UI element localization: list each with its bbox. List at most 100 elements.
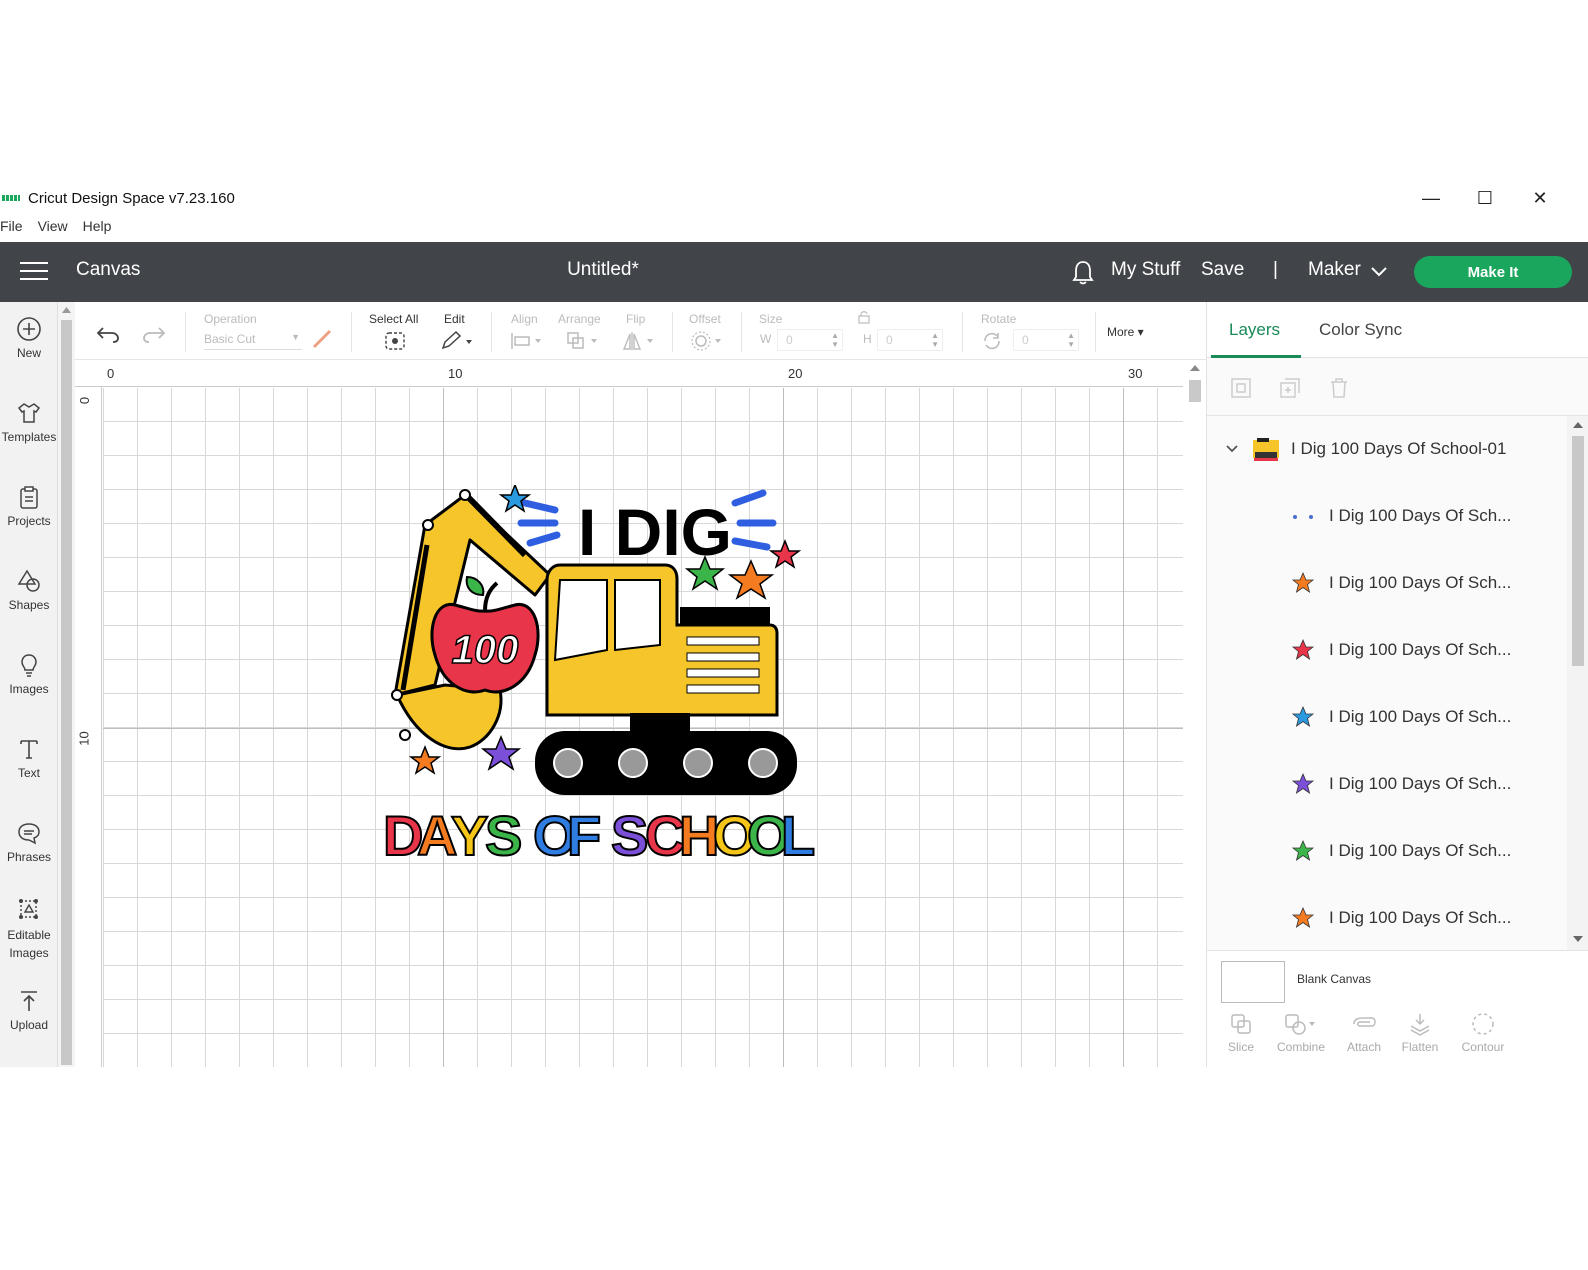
layer-row[interactable]: I Dig 100 Days Of Sch... (1207, 549, 1567, 616)
tool-shapes[interactable]: Shapes (0, 568, 58, 612)
excavator-design[interactable]: 100 I DIG DAYS OF SCHOOL (375, 485, 815, 865)
contour-icon (1472, 1013, 1494, 1035)
layer-name: I Dig 100 Days Of Sch... (1329, 907, 1512, 927)
contour-button[interactable]: Contour (1455, 1012, 1511, 1054)
edit-label[interactable]: Edit (444, 312, 465, 326)
layer-name: I Dig 100 Days Of Sch... (1329, 572, 1512, 592)
scroll-thumb[interactable] (61, 320, 72, 1065)
menu-view[interactable]: View (38, 218, 68, 234)
minimize-icon[interactable]: — (1404, 183, 1458, 213)
toolbar-separator (741, 312, 742, 352)
layer-row[interactable]: I Dig 100 Days Of Sch... (1207, 884, 1567, 950)
width-input[interactable]: 0 ▲ ▼ (777, 329, 843, 351)
rotate-icon (984, 332, 1000, 350)
tool-text[interactable]: Text (0, 736, 58, 780)
group-icon[interactable] (1229, 376, 1253, 400)
toolbar-separator (491, 312, 492, 352)
select-all-icon[interactable] (383, 330, 407, 352)
layer-group[interactable]: I Dig 100 Days Of School-01 (1207, 416, 1567, 482)
make-it-button[interactable]: Make It (1414, 256, 1572, 288)
stepper-icon[interactable]: ▲ ▼ (1067, 331, 1075, 349)
width-label: W (760, 332, 772, 346)
scroll-up-arrow-icon[interactable] (1190, 365, 1200, 371)
ruler-number: 10 (76, 731, 92, 746)
design-canvas[interactable]: 0 10 20 30 0 10 100 I DIG D A Y S O F S … (75, 360, 1183, 1067)
tool-label: New (16, 346, 41, 360)
tool-new[interactable]: New (0, 316, 58, 360)
tool-phrases[interactable]: Phrases (0, 820, 58, 864)
blank-canvas-label: Blank Canvas (1297, 972, 1372, 986)
headline-text: I DIG (578, 495, 732, 569)
star-swatch-icon (1291, 906, 1315, 928)
color-swatch-icon[interactable] (311, 328, 333, 350)
align-label: Align (511, 312, 538, 326)
chevron-down-icon[interactable] (1225, 444, 1239, 454)
combine-button[interactable]: Combine (1271, 1012, 1331, 1054)
ruler-number: 20 (788, 366, 803, 381)
tool-templates[interactable]: Templates (0, 400, 58, 444)
flatten-icon (1410, 1014, 1430, 1036)
menu-file[interactable]: File (0, 218, 23, 234)
operation-select[interactable]: Basic Cut ▼ (204, 330, 302, 350)
tool-editable-images[interactable]: Editable Images (0, 896, 58, 962)
upload-icon (21, 991, 37, 1011)
machine-select[interactable]: Maker (1308, 259, 1361, 281)
attach-button[interactable]: Attach (1341, 1012, 1387, 1054)
my-stuff-link[interactable]: My Stuff (1111, 259, 1180, 281)
scroll-down-arrow-icon[interactable] (1573, 936, 1583, 942)
slice-button[interactable]: Slice (1221, 1012, 1261, 1054)
star-swatch-icon (1291, 839, 1315, 861)
apple-number: 100 (452, 628, 519, 672)
blank-canvas-row[interactable]: Blank Canvas (1207, 950, 1588, 1008)
stepper-icon[interactable]: ▲ ▼ (831, 331, 839, 349)
save-button[interactable]: Save (1201, 259, 1244, 281)
bell-icon[interactable] (1072, 259, 1094, 285)
dots-swatch-icon (1293, 514, 1313, 519)
close-icon[interactable]: ✕ (1513, 183, 1567, 213)
layers-scrollbar[interactable] (1567, 416, 1588, 950)
scroll-thumb[interactable] (1189, 380, 1201, 402)
scroll-up-arrow-icon[interactable] (62, 307, 71, 313)
duplicate-icon[interactable] (1278, 376, 1302, 400)
width-value: 0 (786, 333, 793, 347)
more-button[interactable]: More ▾ (1107, 325, 1144, 339)
stepper-icon[interactable]: ▲ ▼ (931, 331, 939, 349)
ruler-number: 0 (107, 366, 115, 381)
edit-pencil-icon[interactable] (439, 330, 475, 352)
document-title[interactable]: Untitled* (0, 259, 1206, 281)
select-all-label[interactable]: Select All (369, 312, 418, 326)
height-input[interactable]: 0 ▲ ▼ (877, 329, 943, 351)
left-toolbar-scrollbar[interactable] (58, 302, 75, 1067)
tool-projects[interactable]: Projects (0, 484, 58, 528)
combine-label: Combine (1276, 1040, 1326, 1054)
layer-row[interactable]: I Dig 100 Days Of Sch... (1207, 683, 1567, 750)
scroll-up-arrow-icon[interactable] (1573, 422, 1583, 428)
tab-color-sync[interactable]: Color Sync (1319, 320, 1402, 340)
layer-row[interactable]: I Dig 100 Days Of Sch... (1207, 482, 1567, 549)
canvas-scrollbar[interactable] (1183, 360, 1206, 1067)
flatten-button[interactable]: Flatten (1397, 1012, 1443, 1054)
layer-name: I Dig 100 Days Of Sch... (1329, 639, 1512, 659)
header-divider: | (1273, 259, 1278, 280)
blank-canvas-swatch[interactable] (1221, 961, 1285, 1003)
title-bar: Cricut Design Space v7.23.160 — ☐ ✕ (0, 183, 1588, 213)
slice-label: Slice (1227, 1040, 1254, 1054)
menu-help[interactable]: Help (83, 218, 112, 234)
layer-row[interactable]: I Dig 100 Days Of Sch... (1207, 750, 1567, 817)
tool-upload[interactable]: Upload (0, 988, 58, 1032)
star-swatch-icon (1291, 772, 1315, 794)
scroll-thumb[interactable] (1572, 436, 1584, 666)
layer-row[interactable]: I Dig 100 Days Of Sch... (1207, 817, 1567, 884)
offset-icon (691, 331, 721, 351)
redo-icon[interactable] (141, 324, 167, 344)
tab-layers[interactable]: Layers (1229, 320, 1280, 340)
trash-icon[interactable] (1327, 376, 1351, 400)
operation-label: Operation (204, 312, 257, 326)
tool-images[interactable]: Images (0, 652, 58, 696)
layer-bottom-actions: Slice Combine Attach Flatten Contour (1207, 1008, 1588, 1067)
rotate-input[interactable]: 0 ▲ ▼ (1013, 329, 1079, 351)
layer-row[interactable]: I Dig 100 Days Of Sch... (1207, 616, 1567, 683)
chevron-down-icon[interactable] (1370, 266, 1388, 278)
maximize-icon[interactable]: ☐ (1458, 183, 1512, 213)
undo-icon[interactable] (95, 324, 121, 344)
